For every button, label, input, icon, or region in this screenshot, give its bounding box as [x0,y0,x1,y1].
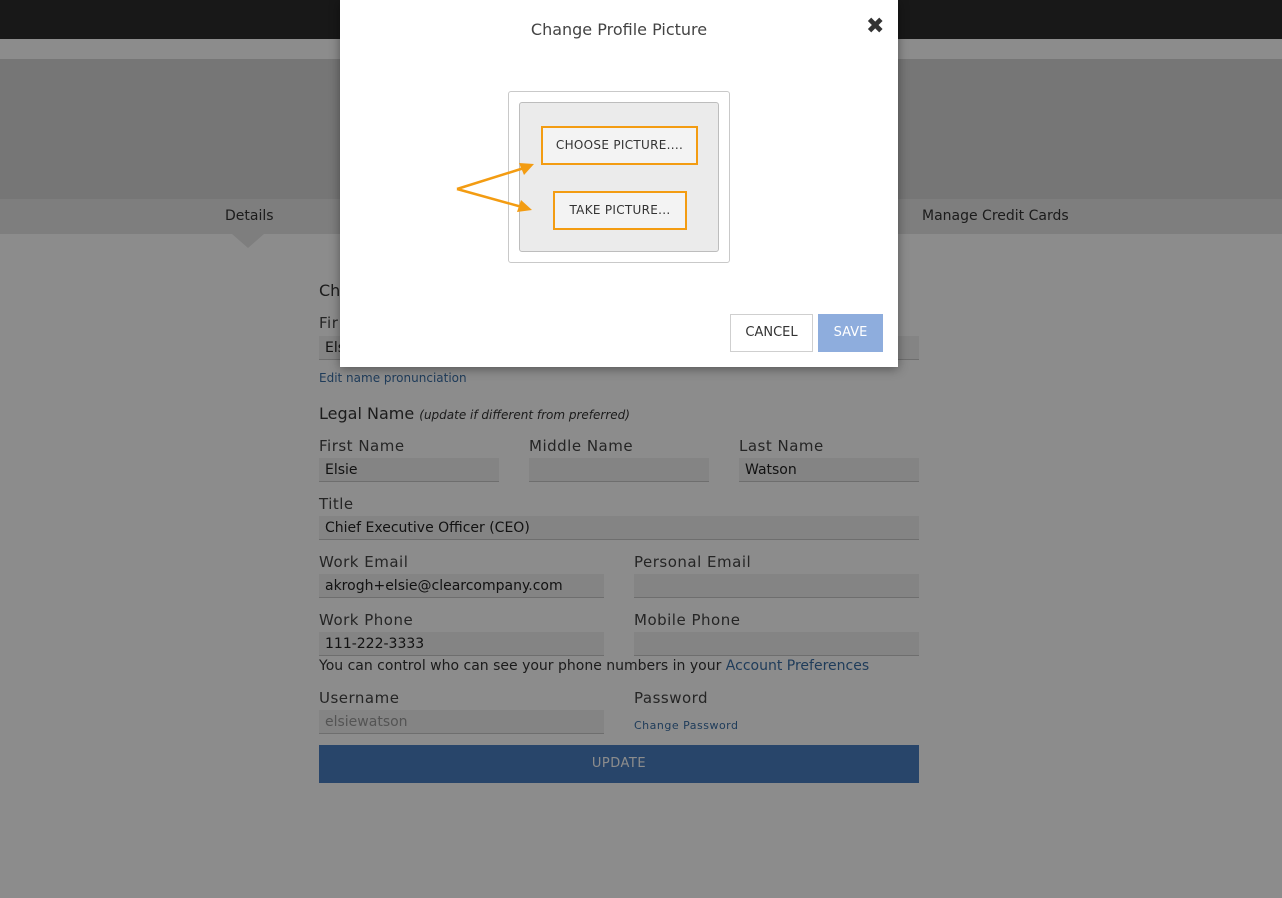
annotation-arrows [456,163,534,212]
arrow-to-choose-picture-icon [456,163,534,191]
arrow-to-take-picture-icon [456,187,532,212]
